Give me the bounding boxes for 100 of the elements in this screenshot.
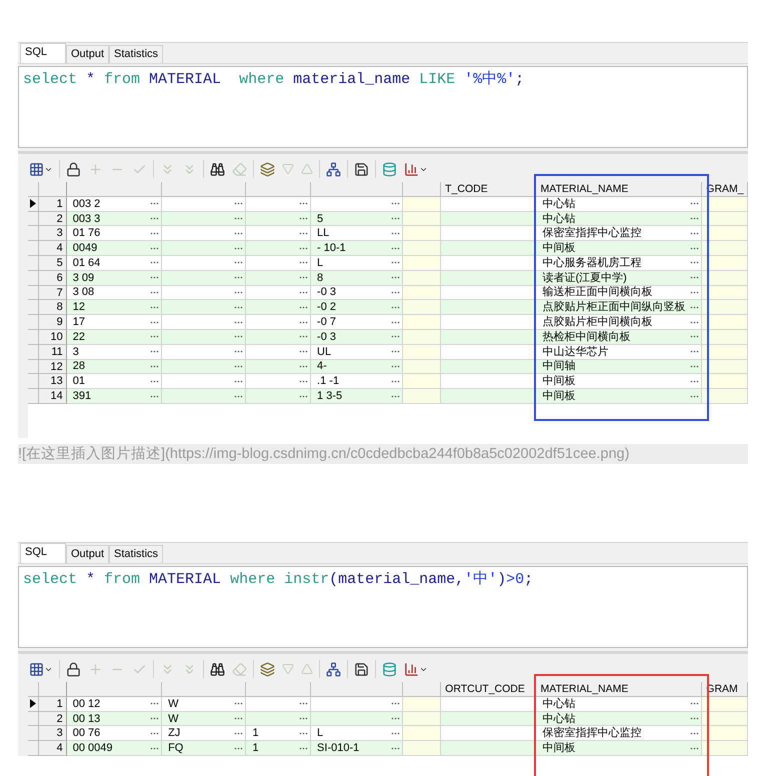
cell-text: 391 (72, 389, 92, 403)
cell-text: 3 09 (72, 270, 94, 285)
find-tool-icon[interactable] (209, 660, 226, 678)
column-header[interactable] (403, 182, 442, 197)
cell-text: -0 3 (316, 286, 336, 300)
cell-text: 中间板 (541, 374, 576, 388)
column-header[interactable] (246, 182, 312, 197)
cell-text: 4- (316, 360, 327, 374)
column-header[interactable]: ORTCUT_CODE (441, 682, 536, 697)
cell-text: 点胶贴片柜中间横向板 (541, 315, 652, 329)
row-number: 2 (38, 212, 67, 226)
lock-tool-icon[interactable] (65, 160, 82, 178)
export-tool-icon[interactable] (259, 160, 276, 178)
cell-text: 点胶贴片柜正面中间纵向竖板 (541, 300, 686, 314)
column-header[interactable] (311, 182, 404, 197)
column-header[interactable] (162, 182, 246, 197)
save-tool-icon[interactable] (353, 160, 370, 178)
cell-text: 3 08 (72, 286, 94, 300)
cell-text: 01 64 (72, 256, 100, 270)
row-number: 1 (38, 696, 67, 712)
cell-text: - 10-1 (316, 241, 346, 255)
cell-text: 保密室指挥中心监控 (541, 226, 642, 240)
grid-tool-icon[interactable] (28, 660, 54, 678)
cell-text: 1 (251, 726, 259, 740)
column-header[interactable] (66, 182, 162, 197)
column-header[interactable] (311, 682, 404, 697)
column-header[interactable] (246, 682, 312, 697)
cell-text: 读者证(江夏中学) (541, 270, 627, 285)
cell-text: 中心钻 (541, 696, 576, 711)
row-number: 6 (38, 270, 67, 286)
row-number: 4 (38, 741, 67, 756)
row-number: 9 (38, 315, 67, 330)
cell-text: 003 3 (72, 212, 100, 226)
row-number: 11 (38, 344, 67, 360)
cell-text: 中山达华芯片 (541, 344, 608, 359)
cell-text: ZJ (167, 726, 180, 740)
cell-text: 22 (72, 330, 85, 344)
chart-tool-icon[interactable] (403, 160, 429, 178)
current-row-icon (30, 699, 36, 708)
row-number: 2 (38, 712, 67, 726)
cell-text: 输送柜正面中间横向板 (541, 286, 652, 300)
cell-text: 17 (72, 315, 85, 329)
cell-text: 00 13 (72, 712, 100, 726)
row-number: 4 (38, 241, 67, 256)
row-number: 10 (38, 330, 67, 345)
tab[interactable]: SQL (20, 543, 66, 563)
cell-text: 01 76 (72, 226, 100, 240)
grid-tool-icon[interactable] (28, 160, 54, 178)
tree-tool-icon[interactable] (325, 160, 342, 178)
cell-text: 热检柜中间横向板 (541, 330, 630, 344)
cell-text: FQ (167, 741, 184, 755)
column-header[interactable] (403, 682, 442, 697)
cell-text: L (316, 256, 324, 270)
sql-editor[interactable]: select * from MATERIAL where instr(material_name,'中')>0; (18, 566, 748, 648)
column-header[interactable]: MATERIAL_NAME (536, 182, 702, 197)
cell-text: 中间轴 (541, 360, 576, 374)
cell-text: 0049 (72, 241, 98, 255)
save-tool-icon[interactable] (353, 660, 370, 678)
row-number: 7 (38, 286, 67, 300)
column-header[interactable]: MATERIAL_NAME (536, 682, 702, 697)
cell-text: LL (316, 226, 330, 240)
export-tool-icon[interactable] (259, 660, 276, 678)
chart-tool-icon[interactable] (403, 660, 429, 678)
image-caption: ![在这里插入图片描述](https://img-blog.csdnimg.cn/c0cdedbcba244f0b8a5c02002df51cee.png) (18, 444, 748, 464)
column-header[interactable] (162, 682, 246, 697)
tab[interactable]: Statistics (109, 45, 164, 63)
row-number: 3 (38, 226, 67, 242)
column-header[interactable]: T_CODE (441, 182, 536, 197)
cell-text: 1 3-5 (316, 389, 342, 403)
lock-tool-icon[interactable] (65, 660, 82, 678)
cell-text: 8 (316, 270, 324, 285)
db-tool-icon[interactable] (381, 660, 398, 678)
cell-text: 中心钻 (541, 196, 576, 211)
tree-tool-icon[interactable] (325, 660, 342, 678)
find-tool-icon[interactable] (209, 160, 226, 178)
cell-text: 5 (316, 212, 324, 226)
tab[interactable]: Output (66, 45, 110, 63)
tab[interactable]: Statistics (109, 545, 164, 563)
row-number: 1 (38, 196, 67, 212)
cell-text: W (167, 712, 178, 726)
cell-text: 003 2 (72, 196, 100, 211)
row-number: 8 (38, 300, 67, 316)
column-header[interactable] (66, 682, 162, 697)
cell-text: 中心钻 (541, 712, 576, 726)
cell-text: W (167, 696, 178, 711)
db-tool-icon[interactable] (381, 160, 398, 178)
cell-text: 00 12 (72, 696, 100, 711)
cell-text: SI-010-1 (316, 741, 360, 755)
cell-text: UL (316, 344, 332, 359)
tab[interactable]: SQL (20, 43, 66, 63)
cell-text: -0 2 (316, 300, 336, 314)
current-row-icon (30, 199, 36, 208)
row-number: 3 (38, 726, 67, 742)
cell-text: L (316, 726, 324, 740)
tab[interactable]: Output (66, 545, 110, 563)
cell-text: 中心服务器机房工程 (541, 256, 642, 270)
sql-editor[interactable]: select * from MATERIAL where material_name LIKE '%中%'; (18, 66, 748, 148)
row-number: 13 (38, 374, 67, 390)
cell-text: 28 (72, 360, 85, 374)
row-number: 5 (38, 256, 67, 271)
